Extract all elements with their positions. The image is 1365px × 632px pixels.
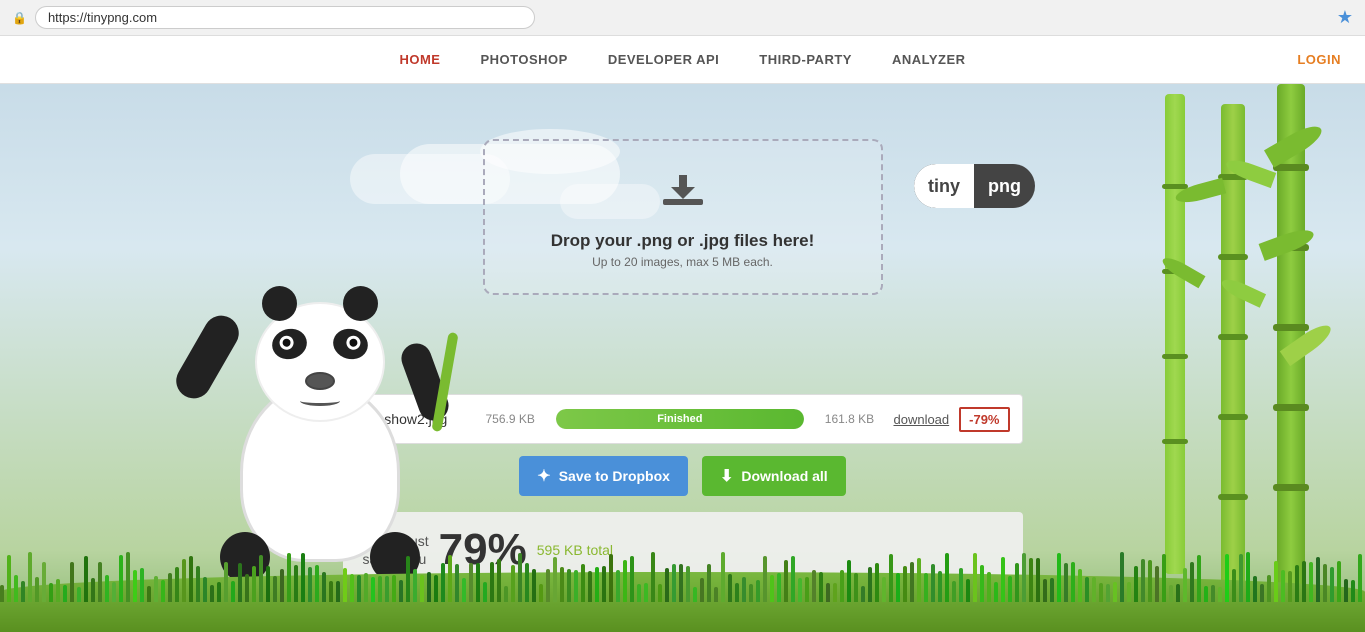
drop-zone-title: Drop your .png or .jpg files here! <box>505 231 861 251</box>
panda-eye-right <box>345 334 362 351</box>
progress-bar-fill: Finished <box>556 409 805 429</box>
url-bar[interactable]: https://tinypng.com <box>35 6 535 29</box>
panda-eye-patch-left <box>269 325 311 363</box>
hero-section: tiny png Drop your .png or .jpg files he… <box>0 84 1365 632</box>
grass-blades: // Generate grass blades inline via DOM … <box>0 552 1365 602</box>
drop-zone-subtitle: Up to 20 images, max 5 MB each. <box>505 255 861 269</box>
browser-bar: 🔒 https://tinypng.com ★ <box>0 0 1365 36</box>
nav-home[interactable]: HOME <box>399 52 440 67</box>
panda-belly <box>285 442 355 532</box>
upload-icon <box>505 171 861 221</box>
nav-bar: HOME PHOTOSHOP DEVELOPER API THIRD-PARTY… <box>0 36 1365 84</box>
drop-zone[interactable]: Drop your .png or .jpg files here! Up to… <box>483 139 883 295</box>
download-all-button[interactable]: ⬇ Download all <box>702 456 846 496</box>
panda-eye-patch-right <box>330 325 372 363</box>
nav-developer-api[interactable]: DEVELOPER API <box>608 52 719 67</box>
bamboo-stalk-2 <box>1221 104 1245 604</box>
panda-nose <box>305 372 335 390</box>
download-icon: ⬇ <box>720 466 733 486</box>
nav-photoshop[interactable]: PHOTOSHOP <box>480 52 567 67</box>
dropbox-label: Save to Dropbox <box>559 468 670 484</box>
panda-pupil-left <box>282 338 292 348</box>
logo-tiny-text: tiny <box>914 164 974 208</box>
tinypng-logo: tiny png <box>914 164 1035 208</box>
progress-bar: Finished <box>556 409 805 429</box>
dropbox-icon: ✦ <box>537 466 550 486</box>
save-to-dropbox-button[interactable]: ✦ Save to Dropbox <box>519 456 688 496</box>
bamboo-stalk-3 <box>1165 94 1185 574</box>
bookmark-star-icon[interactable]: ★ <box>1337 7 1353 28</box>
progress-status: Finished <box>657 413 702 425</box>
logo-png-text: png <box>974 176 1035 197</box>
panda-eye-left <box>278 334 295 351</box>
nav-login[interactable]: LOGIN <box>1297 52 1341 67</box>
percent-badge: -79% <box>959 407 1009 432</box>
panda-mouth <box>300 396 340 406</box>
download-all-label: Download all <box>741 468 827 484</box>
nav-third-party[interactable]: THIRD-PARTY <box>759 52 852 67</box>
file-size-before: 756.9 KB <box>486 412 546 426</box>
panda-head <box>255 302 385 422</box>
panda-mascot <box>180 272 460 592</box>
nav-analyzer[interactable]: ANALYZER <box>892 52 966 67</box>
bamboo-decoration <box>1065 84 1365 632</box>
nav-links: HOME PHOTOSHOP DEVELOPER API THIRD-PARTY… <box>399 52 965 67</box>
file-size-after: 161.8 KB <box>814 412 874 426</box>
panda-ear-right <box>343 286 378 321</box>
panda-pupil-right <box>349 338 359 348</box>
panda-ear-left <box>262 286 297 321</box>
lock-icon: 🔒 <box>12 11 27 25</box>
download-link[interactable]: download <box>884 412 949 427</box>
panda-arm-left <box>170 309 245 404</box>
